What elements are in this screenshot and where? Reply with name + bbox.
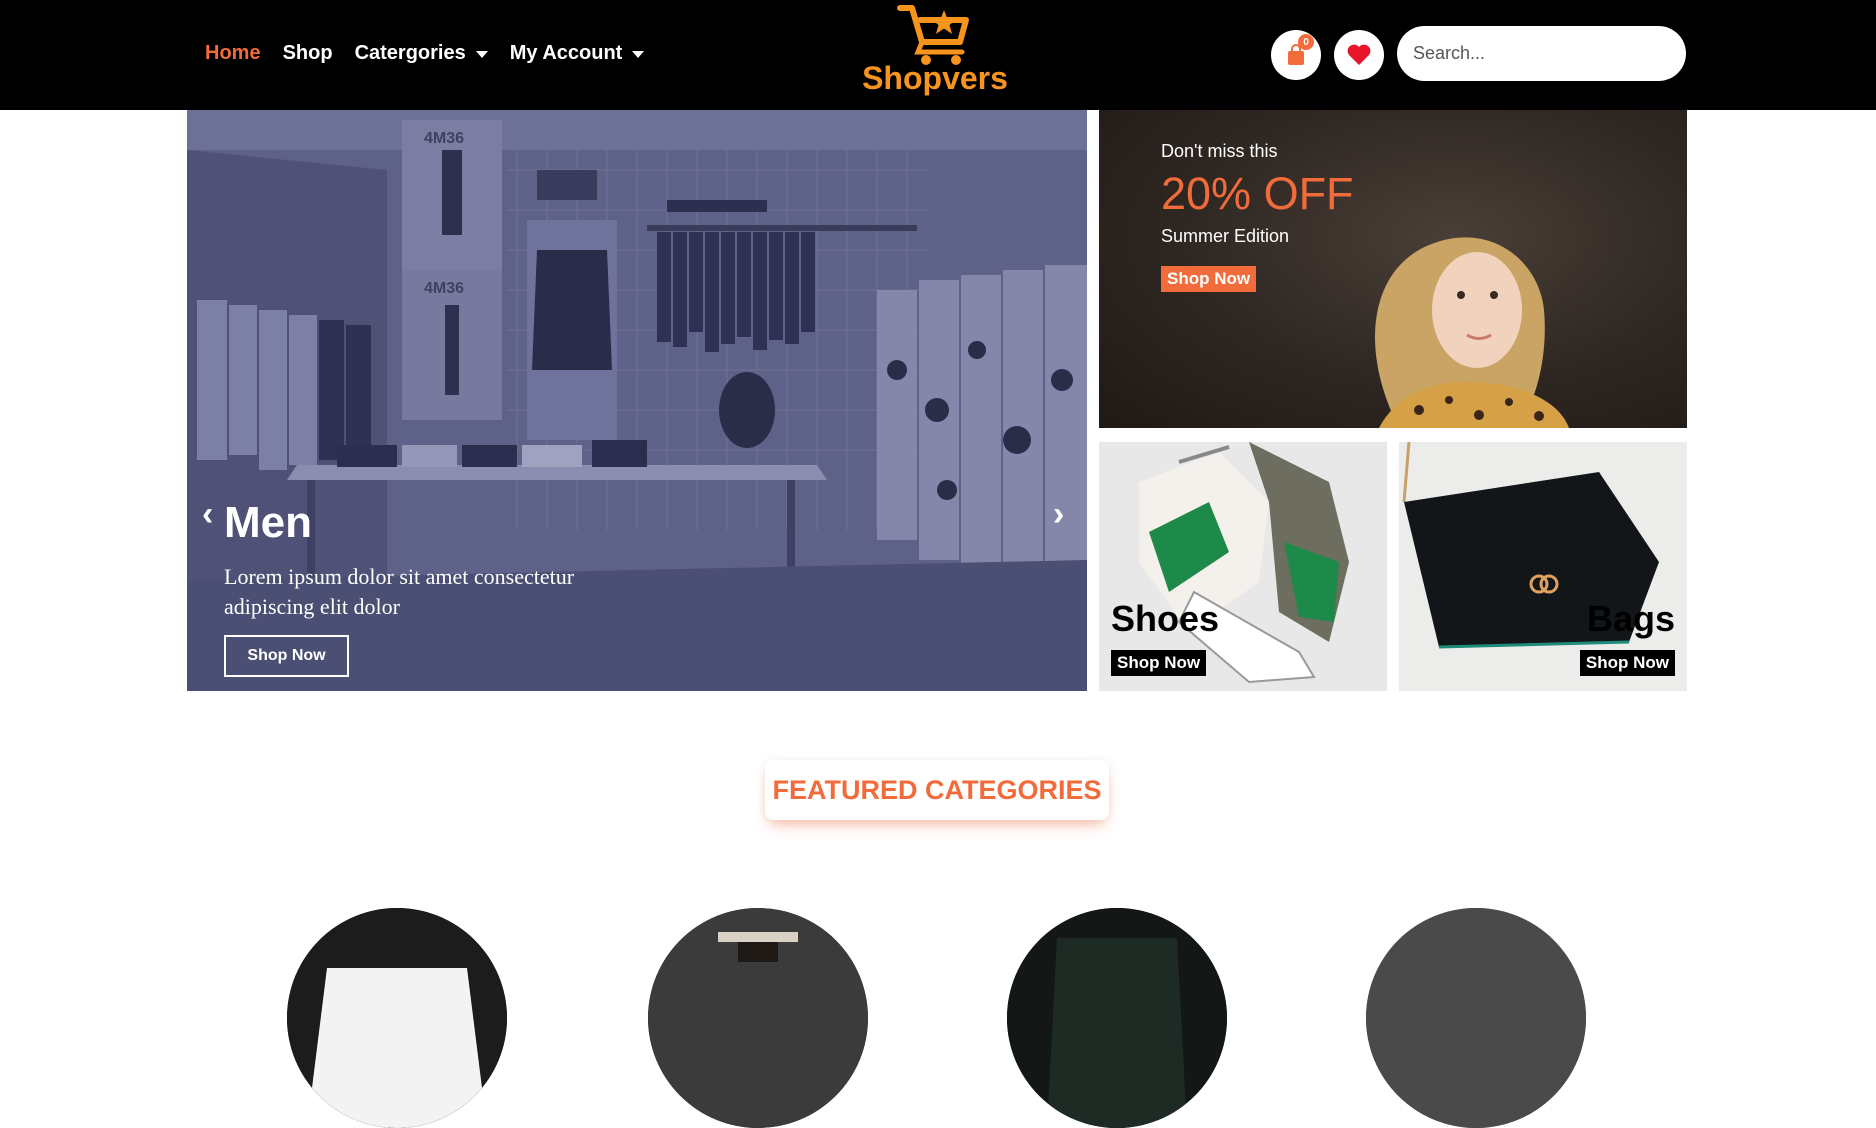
promo-kicker: Don't miss this <box>1161 141 1278 161</box>
category-circle[interactable] <box>287 908 507 1128</box>
previous-slide-arrow-icon[interactable]: ‹ <box>202 495 213 534</box>
poster-text: 4M36 <box>424 130 464 147</box>
nav-categories[interactable]: Catergories <box>355 42 488 65</box>
cart-count-badge: 0 <box>1298 34 1314 50</box>
category-image <box>1366 908 1586 1128</box>
search-input[interactable] <box>1397 26 1686 81</box>
cart-button[interactable]: 0 <box>1271 30 1321 80</box>
wishlist-button[interactable] <box>1334 30 1384 80</box>
hero-slider: 4M36 4M36 ‹ › Men Lorem ipsum dolor sit … <box>187 110 1087 691</box>
promo-banner: Don't miss this 20% OFF Summer Edition S… <box>1099 110 1687 428</box>
hero-shop-now-button[interactable]: Shop Now <box>224 635 349 677</box>
hero-title: Men <box>224 498 312 547</box>
next-slide-arrow-icon[interactable]: › <box>1053 495 1064 534</box>
logo-text: Shopvers <box>862 60 1008 96</box>
shoes-shop-now-button[interactable]: Shop Now <box>1111 650 1207 676</box>
category-image <box>1007 908 1227 1128</box>
nav-shop-label: Shop <box>282 42 333 64</box>
category-circle[interactable] <box>1007 908 1227 1128</box>
site-logo[interactable]: Shopvers <box>860 0 1010 105</box>
poster-text: 4M36 <box>424 280 464 297</box>
site-header: Home Shop Catergories My Account Shopver… <box>0 0 1876 110</box>
hero-description: Lorem ipsum dolor sit amet consectetur a… <box>224 564 575 619</box>
nav-home-label: Home <box>205 42 261 64</box>
nav-categories-label: Catergories <box>354 42 466 64</box>
category-circle[interactable] <box>1366 908 1586 1128</box>
nav-shop[interactable]: Shop <box>283 42 333 65</box>
category-circle[interactable] <box>648 908 868 1128</box>
caret-down-icon <box>632 51 645 58</box>
bags-shop-now-button[interactable]: Shop Now <box>1579 650 1675 676</box>
category-image <box>287 908 507 1128</box>
caret-down-icon <box>475 51 488 58</box>
nav-my-account-label: My Account <box>509 42 623 64</box>
shoes-tile-title: Shoes <box>1111 598 1220 639</box>
featured-categories-title: FEATURED CATEGORIES <box>772 774 1102 805</box>
promo-shop-now-button[interactable]: Shop Now <box>1161 266 1257 292</box>
promo-headline: 20% OFF <box>1161 168 1354 219</box>
category-image <box>648 908 868 1128</box>
nav-home[interactable]: Home <box>205 42 261 65</box>
bags-category-tile[interactable]: Bags Shop Now <box>1399 442 1687 691</box>
promo-subtitle: Summer Edition <box>1161 226 1290 246</box>
heart-icon <box>1347 44 1371 65</box>
nav-my-account[interactable]: My Account <box>510 42 645 65</box>
featured-categories-heading: FEATURED CATEGORIES <box>765 760 1109 820</box>
bags-tile-title: Bags <box>1586 598 1675 639</box>
shoes-category-tile[interactable]: Shoes Shop Now <box>1099 442 1387 691</box>
main-nav: Home Shop Catergories My Account <box>205 42 666 65</box>
